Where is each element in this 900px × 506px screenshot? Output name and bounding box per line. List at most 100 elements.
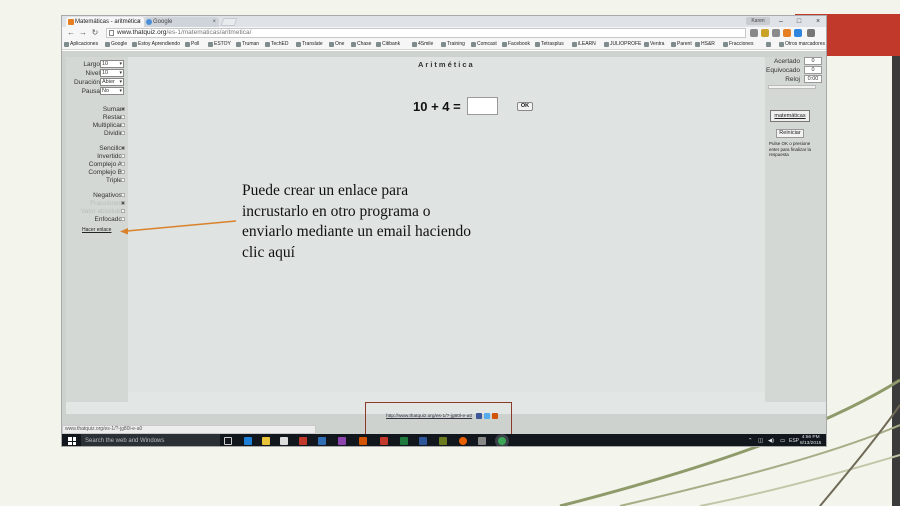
other-bookmarks[interactable]: Otros marcadores	[779, 39, 825, 50]
app-icon[interactable]	[439, 437, 447, 445]
taskbar-clock[interactable]: 4:56 PM 8/13/2015	[800, 435, 821, 446]
bookmark-item[interactable]: JULIOPROFE	[604, 39, 641, 50]
bookmark-item[interactable]: One	[329, 39, 344, 50]
tab-matematicas[interactable]: Matemáticas - aritmética ×	[66, 17, 144, 27]
back-arrow-icon[interactable]: ←	[66, 28, 76, 38]
maximize-icon[interactable]: □	[790, 16, 808, 27]
tray-up-arrow-icon[interactable]: ⌃	[748, 434, 753, 446]
excel-icon[interactable]	[400, 437, 408, 445]
control-label: Duración	[73, 79, 100, 86]
bookmark-item[interactable]: Aplicaciones	[64, 39, 98, 50]
bookmark-item[interactable]: Translate	[296, 39, 323, 50]
bookmark-item[interactable]: Training	[441, 39, 465, 50]
task-view-icon[interactable]	[224, 437, 232, 445]
firefox-icon[interactable]	[459, 437, 467, 445]
bookmark-item[interactable]: Citibank	[376, 39, 400, 50]
option-dividir[interactable]: Dividir	[66, 129, 128, 138]
quiz-title: Aritmética	[418, 60, 475, 69]
profile-chip[interactable]: Karen	[746, 17, 770, 25]
hacer-enlace-link[interactable]: Hacer enlace	[82, 227, 111, 233]
duracion-select[interactable]: Abier	[100, 78, 124, 86]
menu-icon[interactable]	[807, 29, 815, 37]
checkbox[interactable]	[121, 193, 125, 197]
reiniciar-button[interactable]: Reiniciar	[776, 129, 804, 138]
language-indicator[interactable]: ESP	[789, 434, 799, 446]
office-icon[interactable]	[299, 437, 307, 445]
reload-icon[interactable]: ↻	[90, 28, 100, 38]
url-input[interactable]: www.thatquiz.org/es-1/matematicas/aritme…	[106, 28, 746, 38]
forward-arrow-icon[interactable]: →	[78, 28, 88, 38]
close-tab-icon[interactable]: ×	[137, 17, 141, 27]
bookmark-item[interactable]: Comcast	[471, 39, 497, 50]
share-url-link[interactable]: http://www.thatquiz.org/es-1/?-jg80l-e-a…	[386, 414, 472, 419]
checkbox[interactable]	[121, 115, 125, 119]
radio[interactable]	[121, 146, 125, 150]
checkbox[interactable]	[121, 107, 125, 111]
answer-input[interactable]	[467, 97, 498, 115]
checkbox	[121, 201, 125, 205]
onenote-icon[interactable]	[338, 437, 346, 445]
largo-select[interactable]: 10	[100, 60, 124, 68]
new-tab-button[interactable]	[220, 18, 238, 26]
volume-icon[interactable]: ◀)	[768, 434, 774, 446]
nivel-select[interactable]: 10	[100, 69, 124, 77]
url-path: /es-1/matematicas/aritmetica/	[166, 29, 252, 36]
share-icon[interactable]	[492, 413, 498, 419]
question-text: 10 + 4 =	[413, 99, 461, 114]
pausa-select[interactable]: No	[100, 87, 124, 95]
bookmark-item[interactable]: TechED	[265, 39, 289, 50]
outlook-icon[interactable]	[318, 437, 326, 445]
bookmark-item[interactable]: Fracciones	[723, 39, 753, 50]
bookmark-item[interactable]: Facebook	[502, 39, 530, 50]
radio[interactable]	[121, 178, 125, 182]
bookmark-item[interactable]: Chase	[351, 39, 371, 50]
chrome-icon[interactable]	[498, 437, 506, 445]
close-tab-icon[interactable]: ×	[212, 17, 216, 27]
minimize-icon[interactable]: –	[772, 16, 790, 27]
taskbar-search-input[interactable]: Search the web and Windows	[81, 434, 220, 446]
bookmark-item[interactable]: Tetrasplus	[535, 39, 564, 50]
twitter-icon[interactable]	[484, 413, 490, 419]
radio[interactable]	[121, 170, 125, 174]
translate-extension-icon[interactable]	[750, 29, 758, 37]
bookmark-item[interactable]: Parent	[671, 39, 692, 50]
bookmark-item[interactable]: HS&R	[695, 39, 715, 50]
store-icon[interactable]	[280, 437, 288, 445]
bookmark-item[interactable]: Google	[105, 39, 127, 50]
close-window-icon[interactable]: ×	[809, 16, 826, 27]
bookmark-item[interactable]: ESTOY	[208, 39, 231, 50]
radio[interactable]	[121, 162, 125, 166]
file-explorer-icon[interactable]	[262, 437, 270, 445]
bookmark-item[interactable]: 4Smile	[412, 39, 433, 50]
calculator-icon[interactable]	[478, 437, 486, 445]
option-enfocado[interactable]: Enfocado	[66, 215, 128, 224]
edge-icon[interactable]	[244, 437, 252, 445]
control-label: Nivel	[85, 70, 100, 77]
bookmark-item[interactable]: iLEARN	[572, 39, 596, 50]
star-icon[interactable]	[761, 29, 769, 37]
acrobat-icon[interactable]	[380, 437, 388, 445]
extension-orange-icon[interactable]	[783, 29, 791, 37]
radio[interactable]	[121, 154, 125, 158]
matematicas-button[interactable]: matemáticas	[770, 110, 810, 122]
bookmark-item[interactable]: Poll	[185, 39, 199, 50]
network-icon[interactable]: ◫	[758, 434, 763, 446]
windows-start-icon[interactable]	[68, 437, 76, 445]
checkbox[interactable]	[121, 123, 125, 127]
bookmark-item[interactable]: Estoy Aprendiendo	[132, 39, 180, 50]
acertado-stat: Acertado 0	[765, 57, 826, 66]
ok-button[interactable]: OK	[517, 102, 533, 111]
word-icon[interactable]	[419, 437, 427, 445]
powerpoint-icon[interactable]	[359, 437, 367, 445]
bookmark-item[interactable]: Ventra	[644, 39, 664, 50]
tab-google[interactable]: Google ×	[144, 17, 219, 27]
notification-icon[interactable]: ▭	[780, 434, 785, 446]
skype-icon[interactable]	[794, 29, 802, 37]
extension-icon[interactable]	[772, 29, 780, 37]
bookmarks-more-icon[interactable]: »	[766, 39, 771, 50]
bookmark-item[interactable]: Truman	[236, 39, 259, 50]
facebook-icon[interactable]	[476, 413, 482, 419]
checkbox[interactable]	[121, 131, 125, 135]
option-triple[interactable]: Triple	[66, 176, 128, 185]
checkbox[interactable]	[121, 217, 125, 221]
